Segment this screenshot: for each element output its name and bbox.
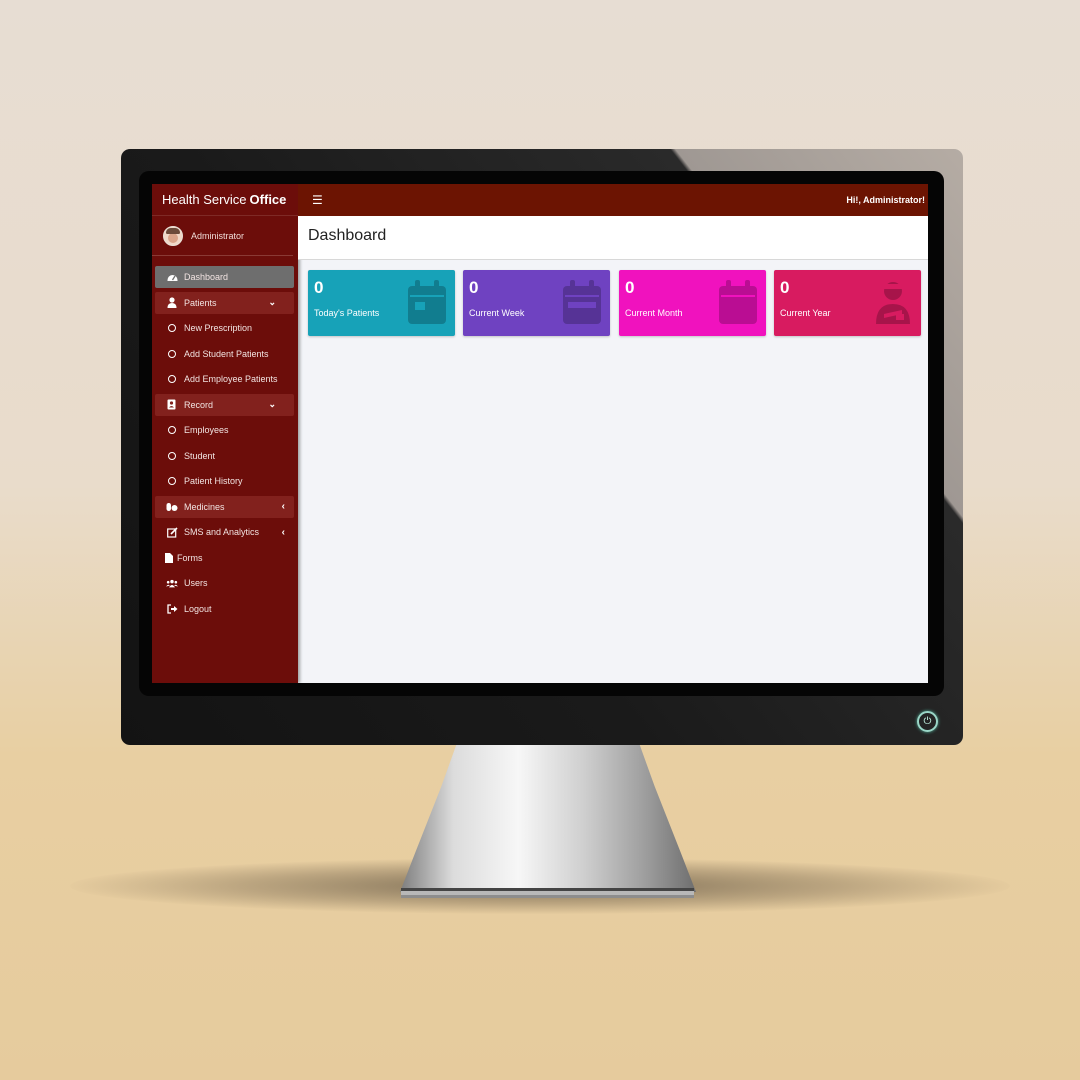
sidebar-item-label: Patient History xyxy=(184,476,243,486)
calendar-icon xyxy=(408,280,446,324)
circle-icon xyxy=(166,450,178,462)
hamburger-icon[interactable]: ☰ xyxy=(312,193,323,207)
sidebar-item-label: New Prescription xyxy=(184,323,253,333)
users-icon xyxy=(166,577,178,589)
sidebar-item-label: Medicines xyxy=(184,501,225,512)
sidebar-item-record[interactable]: Record ⌄ xyxy=(155,393,294,416)
sidebar-item-label: Employees xyxy=(184,425,229,435)
file-icon xyxy=(163,552,175,564)
user-greeting[interactable]: Hi!, Administrator! xyxy=(846,195,925,205)
sidebar-item-label: Dashboard xyxy=(184,272,229,282)
stat-value: 0 xyxy=(780,278,790,297)
sidebar-item-dashboard[interactable]: Dashboard xyxy=(155,266,294,288)
circle-icon xyxy=(166,475,178,487)
sidebar-item-add-student-patients[interactable]: Add Student Patients xyxy=(155,343,294,365)
user-doctor-icon xyxy=(166,297,178,309)
calendar-icon xyxy=(719,280,757,324)
sidebar-item-label: Student xyxy=(184,450,216,461)
sidebar-item-medicines[interactable]: Medicines ‹ xyxy=(155,495,294,518)
sidebar-item-patient-history[interactable]: Patient History xyxy=(155,470,294,492)
stat-card-month[interactable]: 0 Current Month xyxy=(619,270,766,336)
sidebar-item-label: Patients xyxy=(184,297,217,308)
stat-card-today[interactable]: 0 Today's Patients xyxy=(308,270,455,336)
stat-label: Today's Patients xyxy=(314,308,380,318)
page-title: Dashboard xyxy=(308,227,387,244)
circle-icon xyxy=(166,348,178,360)
edit-icon xyxy=(166,526,178,538)
sidebar-item-label: Logout xyxy=(184,603,212,614)
sidebar-item-label: Record xyxy=(184,399,214,410)
sidebar-item-employees[interactable]: Employees xyxy=(155,419,294,441)
sidebar-item-label: Add Student Patients xyxy=(184,348,269,359)
sign-out-icon xyxy=(166,603,178,615)
stat-value: 0 xyxy=(469,278,479,297)
brand-logo[interactable]: Health Service Office xyxy=(152,184,298,216)
address-book-icon xyxy=(166,399,178,411)
user-injured-icon xyxy=(876,282,910,324)
stat-label: Current Month xyxy=(625,308,683,318)
content-header: Dashboard xyxy=(298,216,928,260)
top-navbar: ☰ Hi!, Administrator! xyxy=(298,184,928,216)
sidebar-item-users[interactable]: Users xyxy=(155,572,294,594)
sidebar-item-add-employee-patients[interactable]: Add Employee Patients xyxy=(155,368,294,390)
sidebar-item-logout[interactable]: Logout xyxy=(155,598,294,620)
chevron-down-icon: ⌄ xyxy=(268,297,276,307)
sidebar-item-patients[interactable]: Patients ⌄ xyxy=(155,291,294,314)
brand-name-bold: Office xyxy=(249,192,287,207)
pills-icon xyxy=(166,501,178,513)
stat-label: Current Year xyxy=(780,308,831,318)
sidebar-item-sms-analytics[interactable]: SMS and Analytics ‹ xyxy=(155,521,294,543)
stat-value: 0 xyxy=(625,278,635,297)
user-panel[interactable]: Administrator xyxy=(152,216,293,256)
screen: Health Service Office Administrator Dashb… xyxy=(152,184,928,683)
sidebar-item-label: Add Employee Patients xyxy=(184,374,278,384)
user-name: Administrator xyxy=(191,230,245,241)
sidebar: Health Service Office Administrator Dashb… xyxy=(152,184,298,683)
calendar-week-icon xyxy=(563,280,601,324)
chevron-down-icon: ⌄ xyxy=(268,399,276,409)
sidebar-item-label: Users xyxy=(184,578,208,588)
brand-name: Health Service xyxy=(162,192,247,207)
monitor-stand xyxy=(400,745,696,892)
dashboard-icon xyxy=(166,271,178,283)
sidebar-item-forms[interactable]: Forms xyxy=(155,547,294,569)
chevron-left-icon: ‹ xyxy=(281,526,285,538)
stat-value: 0 xyxy=(314,278,324,297)
sidebar-nav: Dashboard Patients ⌄ New Prescription Ad… xyxy=(155,266,294,623)
stat-card-week[interactable]: 0 Current Week xyxy=(463,270,610,336)
avatar xyxy=(163,225,183,246)
circle-icon xyxy=(166,424,178,436)
monitor-stand-base xyxy=(401,888,694,898)
circle-icon xyxy=(166,322,178,334)
sidebar-item-student[interactable]: Student xyxy=(155,445,294,467)
power-button-icon[interactable]: ⏻ xyxy=(917,711,938,732)
sidebar-item-new-prescription[interactable]: New Prescription xyxy=(155,317,294,339)
chevron-left-icon: ‹ xyxy=(281,501,285,512)
sidebar-item-label: SMS and Analytics xyxy=(184,527,260,537)
sidebar-item-label: Forms xyxy=(177,552,203,563)
stat-card-year[interactable]: 0 Current Year xyxy=(774,270,921,336)
circle-icon xyxy=(166,373,178,385)
stat-label: Current Week xyxy=(469,308,525,318)
